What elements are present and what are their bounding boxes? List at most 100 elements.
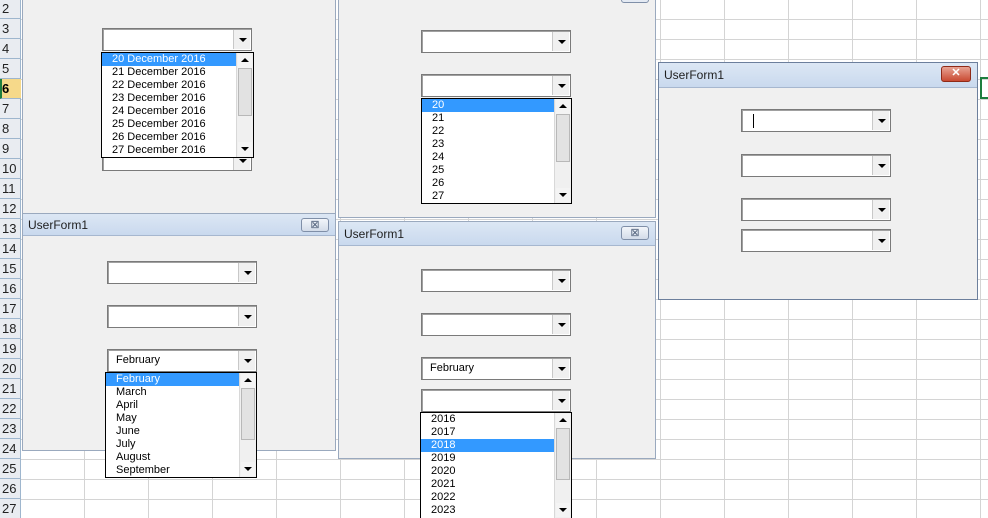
list-item[interactable]: 20: [422, 99, 554, 112]
scroll-up-icon[interactable]: [238, 54, 252, 68]
date-dropdown-list[interactable]: 20 December 2016 21 December 2016 22 Decem…: [101, 52, 254, 158]
row-header[interactable]: 6: [0, 79, 21, 99]
chevron-down-icon[interactable]: [552, 359, 569, 378]
close-button[interactable]: ✕: [941, 66, 971, 82]
row-header[interactable]: 9: [0, 139, 21, 159]
row-header[interactable]: 16: [0, 279, 21, 299]
row-header[interactable]: 5: [0, 59, 21, 79]
list-item[interactable]: 2023: [421, 504, 554, 517]
row-header[interactable]: 22: [0, 399, 21, 419]
vertical-scrollbar[interactable]: [236, 53, 253, 157]
row-header[interactable]: 18: [0, 319, 21, 339]
window-titlebar[interactable]: UserForm1 ⊠: [23, 214, 335, 236]
row-header[interactable]: 19: [0, 339, 21, 359]
list-item[interactable]: 27 December 2016: [102, 144, 236, 157]
chevron-down-icon[interactable]: [552, 32, 569, 51]
window-titlebar[interactable]: UserForm1 ✕: [659, 63, 977, 88]
row-header[interactable]: 14: [0, 239, 21, 259]
list-item[interactable]: 2020: [421, 465, 554, 478]
row-header[interactable]: 8: [0, 119, 21, 139]
combobox-1[interactable]: [107, 261, 257, 284]
row-header[interactable]: 12: [0, 199, 21, 219]
list-item[interactable]: February: [106, 373, 239, 386]
list-item[interactable]: April: [106, 399, 239, 412]
row-header[interactable]: 25: [0, 459, 21, 479]
chevron-down-icon[interactable]: [872, 200, 889, 219]
row-header[interactable]: 11: [0, 179, 21, 199]
list-item[interactable]: 26 December 2016: [102, 131, 236, 144]
row-header[interactable]: 17: [0, 299, 21, 319]
list-item[interactable]: 2021: [421, 478, 554, 491]
list-item[interactable]: 25: [422, 164, 554, 177]
row-header[interactable]: 13: [0, 219, 21, 239]
scroll-thumb[interactable]: [238, 68, 252, 116]
scroll-down-icon[interactable]: [241, 462, 255, 476]
chevron-down-icon[interactable]: [238, 307, 255, 326]
year-dropdown-list[interactable]: 2016 2017 2018 2019 2020 2021 2022 2023: [420, 412, 572, 518]
row-header[interactable]: 21: [0, 379, 21, 399]
row-header[interactable]: 24: [0, 439, 21, 459]
list-item[interactable]: 2019: [421, 452, 554, 465]
scroll-down-icon[interactable]: [238, 142, 252, 156]
list-item[interactable]: 23 December 2016: [102, 92, 236, 105]
list-item[interactable]: 23: [422, 138, 554, 151]
list-item[interactable]: 22 December 2016: [102, 79, 236, 92]
scroll-down-icon[interactable]: [556, 188, 570, 202]
vertical-scrollbar[interactable]: [554, 99, 571, 203]
chevron-down-icon[interactable]: [552, 76, 569, 95]
row-header[interactable]: 15: [0, 259, 21, 279]
list-item[interactable]: 24 December 2016: [102, 105, 236, 118]
row-header[interactable]: 4: [0, 39, 21, 59]
chevron-down-icon[interactable]: [872, 231, 889, 250]
list-item[interactable]: 24: [422, 151, 554, 164]
chevron-down-icon[interactable]: [552, 271, 569, 290]
list-item[interactable]: 26: [422, 177, 554, 190]
year-combobox[interactable]: [421, 389, 571, 412]
list-item[interactable]: 25 December 2016: [102, 118, 236, 131]
scroll-down-icon[interactable]: [556, 503, 570, 517]
scroll-thumb[interactable]: [241, 388, 255, 440]
chevron-down-icon[interactable]: [872, 156, 889, 175]
day-dropdown-list[interactable]: 20 21 22 23 24 25 26 27: [421, 98, 572, 204]
list-item[interactable]: 22: [422, 125, 554, 138]
list-item[interactable]: May: [106, 412, 239, 425]
combobox-2[interactable]: [741, 154, 891, 177]
list-item[interactable]: 2016: [421, 413, 554, 426]
row-header[interactable]: 7: [0, 99, 21, 119]
list-item[interactable]: 20 December 2016: [102, 53, 236, 66]
month-dropdown-list[interactable]: February March April May June July August Septe…: [105, 372, 257, 478]
chevron-down-icon[interactable]: [552, 391, 569, 410]
month-combobox[interactable]: February: [421, 357, 571, 380]
list-item[interactable]: 2022: [421, 491, 554, 504]
list-item[interactable]: 21 December 2016: [102, 66, 236, 79]
row-header[interactable]: 23: [0, 419, 21, 439]
scroll-thumb[interactable]: [556, 428, 570, 480]
vertical-scrollbar[interactable]: [554, 413, 571, 518]
scroll-up-icon[interactable]: [556, 414, 570, 428]
scroll-up-icon[interactable]: [241, 374, 255, 388]
combobox-3[interactable]: [741, 198, 891, 221]
row-header[interactable]: 10: [0, 159, 21, 179]
list-item[interactable]: June: [106, 425, 239, 438]
close-button[interactable]: ⊠: [621, 226, 649, 240]
combobox-1[interactable]: [421, 30, 571, 53]
chevron-down-icon[interactable]: [872, 111, 889, 130]
combobox-1[interactable]: [741, 109, 891, 132]
row-header[interactable]: 3: [0, 19, 21, 39]
scroll-up-icon[interactable]: [556, 100, 570, 114]
combobox-2[interactable]: [421, 313, 571, 336]
row-header[interactable]: 26: [0, 479, 21, 499]
day-combobox[interactable]: [421, 74, 571, 97]
close-icon[interactable]: [621, 0, 649, 3]
row-header[interactable]: 27: [0, 499, 21, 518]
list-item[interactable]: August: [106, 451, 239, 464]
chevron-down-icon[interactable]: [238, 263, 255, 282]
row-header[interactable]: 20: [0, 359, 21, 379]
scroll-thumb[interactable]: [556, 114, 570, 162]
chevron-down-icon[interactable]: [238, 351, 255, 370]
combobox-1[interactable]: [421, 269, 571, 292]
combobox-2[interactable]: [107, 305, 257, 328]
month-combobox[interactable]: February: [107, 349, 257, 372]
chevron-down-icon[interactable]: [552, 315, 569, 334]
list-item[interactable]: 2017: [421, 426, 554, 439]
